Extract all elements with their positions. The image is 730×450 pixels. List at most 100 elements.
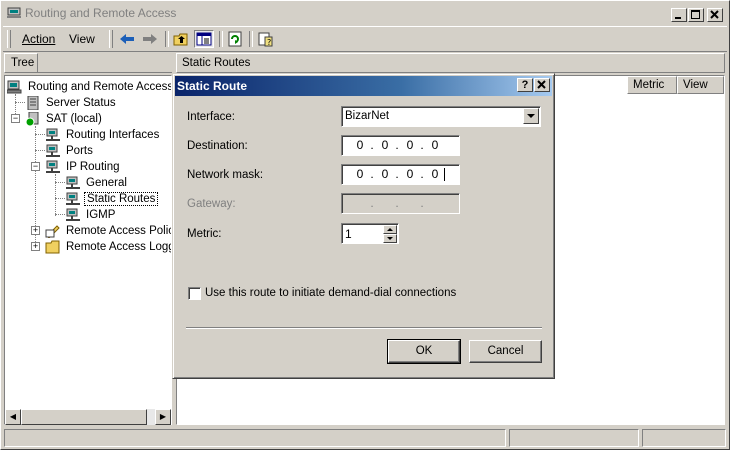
tree-item-label: Remote Access Loggin (66, 241, 172, 253)
tree-item-routing-interfaces[interactable]: Routing Interfaces (45, 127, 161, 143)
ip-dot: . (395, 196, 399, 210)
close-icon (537, 80, 546, 89)
dialog-title-bar: Static Route ? (175, 76, 552, 96)
tree-item-igmp[interactable]: IGMP (65, 207, 117, 223)
tree-horizontal-scrollbar[interactable]: ◀ ▶ (5, 409, 171, 425)
tree-item-static-routes[interactable]: Static Routes (65, 191, 159, 207)
close-icon (710, 10, 719, 19)
folder-icon (45, 240, 60, 254)
expand-remote-access-logging-toggle[interactable]: + (31, 242, 40, 251)
tree-item-label: Static Routes (84, 192, 159, 206)
refresh-icon (228, 31, 242, 47)
title-bar: Routing and Remote Access (3, 3, 727, 24)
toolbar-separator (165, 31, 169, 47)
ip-dot: . (370, 196, 374, 210)
static-routes-icon (66, 192, 80, 205)
collapse-sat-local-toggle[interactable]: − (11, 114, 20, 123)
tree-item-ip-routing[interactable]: IP Routing (45, 159, 122, 175)
tree-line (55, 174, 57, 216)
ip-octet[interactable]: 0 (352, 138, 368, 152)
chevron-down-icon (527, 114, 535, 118)
up-folder-button[interactable] (171, 30, 191, 48)
toolbar-separator-2 (219, 31, 223, 47)
server-app-icon (7, 7, 21, 18)
demand-dial-checkbox[interactable] (188, 287, 201, 300)
interface-selected-value: BizarNet (345, 110, 390, 122)
help-button[interactable]: ? (255, 30, 275, 48)
metric-spinner[interactable]: 1 (341, 223, 399, 244)
tree-item-label: Server Status (46, 97, 116, 109)
destination-label: Destination: (187, 140, 248, 152)
column-header-label: Metric (633, 79, 665, 91)
network-mask-ip-field[interactable]: 0 . 0 . 0 . 0 (341, 164, 460, 185)
tree-item-label: General (86, 177, 127, 189)
gateway-ip-field[interactable]: . . . (341, 193, 460, 214)
demand-dial-label[interactable]: Use this route to initiate demand-dial c… (205, 287, 456, 299)
tree-tab[interactable]: Tree (4, 53, 38, 73)
ip-octet[interactable]: 0 (402, 138, 418, 152)
tree-item-sat-local[interactable]: SAT (local) (25, 111, 104, 127)
tree-item-server-status[interactable]: Server Status (25, 95, 118, 111)
dialog-help-button[interactable]: ? (517, 78, 533, 92)
tree-line (55, 198, 65, 200)
right-pane-title: Static Routes (182, 57, 251, 69)
ip-octet[interactable]: 0 (427, 167, 443, 181)
interface-dropdown[interactable]: BizarNet (341, 106, 541, 127)
collapse-ip-routing-toggle[interactable]: − (31, 162, 40, 171)
ip-octet[interactable]: 0 (402, 167, 418, 181)
ip-octet[interactable]: 0 (427, 138, 443, 152)
dialog-title: Static Route (177, 79, 248, 93)
close-button[interactable] (707, 8, 723, 22)
refresh-button[interactable] (225, 30, 245, 48)
scroll-left-button[interactable]: ◀ (5, 409, 21, 425)
window-title: Routing and Remote Access (25, 6, 177, 20)
menu-action[interactable]: Action (22, 32, 55, 46)
tree-item-label: Routing and Remote Access (28, 81, 172, 93)
status-bar (3, 429, 727, 447)
network-mask-label: Network mask: (187, 169, 264, 181)
ok-button[interactable]: OK (387, 339, 461, 364)
tree-item-label: IP Routing (66, 161, 120, 173)
tree-item-routing-and-remote-access[interactable]: Routing and Remote Access (7, 79, 172, 95)
minimize-button[interactable] (671, 8, 687, 22)
ip-routing-icon (46, 160, 60, 173)
interface-label: Interface: (187, 111, 235, 123)
toolbar: Action View ? (3, 26, 727, 52)
menu-view[interactable]: View (69, 32, 95, 46)
tree-item-remote-access-logging[interactable]: Remote Access Loggin (45, 239, 172, 255)
menu-action-label: Action (22, 32, 56, 46)
metric-value: 1 (345, 227, 352, 241)
show-hide-tree-button[interactable] (194, 30, 214, 48)
scrollbar-thumb[interactable] (21, 409, 147, 425)
tree-pane: − − + + Routing and Remote Access Server… (4, 75, 172, 425)
dialog-close-button[interactable] (534, 78, 550, 92)
status-cell-3 (642, 429, 726, 447)
status-cell-main (4, 429, 506, 447)
tree-item-ports[interactable]: Ports (45, 143, 95, 159)
tree-item-label: Remote Access Policie (66, 225, 172, 237)
forward-button[interactable] (140, 30, 160, 48)
column-header-metric[interactable]: Metric (627, 76, 677, 94)
metric-decrement-button[interactable] (383, 234, 397, 243)
dropdown-arrow-button[interactable] (523, 108, 539, 124)
back-button[interactable] (117, 30, 137, 48)
cancel-button[interactable]: Cancel (469, 340, 542, 363)
column-header-view[interactable]: View (677, 76, 724, 94)
ip-dot: . (395, 138, 399, 152)
toolbar-grip-2 (109, 30, 113, 48)
expand-remote-access-policies-toggle[interactable]: + (31, 226, 40, 235)
general-icon (66, 176, 80, 189)
tree-tab-baseline (38, 72, 172, 73)
maximize-button[interactable] (688, 8, 704, 22)
ip-octet[interactable]: 0 (377, 167, 393, 181)
tree-tab-label: Tree (11, 57, 35, 69)
metric-increment-button[interactable] (383, 225, 397, 234)
scroll-right-button[interactable]: ▶ (155, 409, 171, 425)
server-icon (7, 80, 22, 94)
back-arrow-icon (120, 34, 134, 44)
ip-octet[interactable]: 0 (352, 167, 368, 181)
destination-ip-field[interactable]: 0 . 0 . 0 . 0 (341, 135, 460, 156)
tree-item-remote-access-policies[interactable]: Remote Access Policie (45, 223, 172, 239)
tree-item-general[interactable]: General (65, 175, 129, 191)
ip-octet[interactable]: 0 (377, 138, 393, 152)
